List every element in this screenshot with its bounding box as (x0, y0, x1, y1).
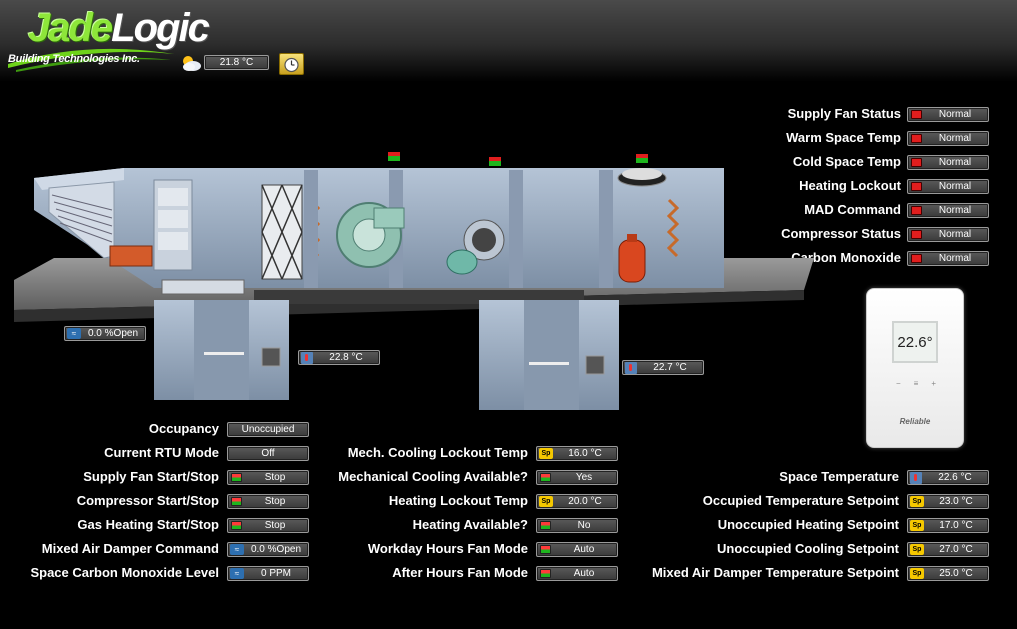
status-label: Supply Fan Status (787, 106, 901, 121)
status-indicator-icon (231, 497, 242, 506)
status-indicator-icons (388, 152, 648, 166)
lockout-point-label: Heating Available? (412, 517, 528, 532)
rtu-point-value-box[interactable]: Stop (227, 518, 309, 533)
thermostat-menu-icon: ≡ (913, 379, 919, 388)
status-value-box[interactable]: Normal (907, 251, 989, 266)
analog-value-icon: ≈ (230, 568, 244, 579)
setpoint-point-value-box[interactable]: Sp 17.0 °C (907, 518, 989, 533)
header-bar: JadeLogic Building Technologies Inc. 21.… (0, 0, 1017, 82)
status-label: MAD Command (804, 202, 901, 217)
rtu-point-value-box[interactable]: Stop (227, 470, 309, 485)
damper-position-readout: ≈ 0.0 %Open (64, 326, 146, 341)
status-indicator-icon (540, 545, 551, 554)
status-indicator-icon (540, 569, 551, 578)
rtu-point-value-box[interactable]: Stop (227, 494, 309, 509)
temperature-sensor-icon (301, 351, 313, 364)
status-value-box[interactable]: Normal (907, 131, 989, 146)
rtu-point-value-box[interactable]: Unoccupied (227, 422, 309, 437)
lockout-point-label: Heating Lockout Temp (388, 493, 528, 508)
setpoint-icon: Sp (539, 496, 553, 507)
logo-subtitle: Building Technologies Inc. (8, 53, 140, 65)
lockout-point-label: After Hours Fan Mode (392, 565, 528, 580)
status-indicator-icon (231, 521, 242, 530)
lockout-point-label: Mech. Cooling Lockout Temp (347, 445, 528, 460)
thermostat-display: 22.6° (892, 321, 938, 363)
rtu-point-label: Gas Heating Start/Stop (77, 517, 219, 532)
lockout-point-value-box[interactable]: Sp 20.0 °C (536, 494, 618, 509)
rtu-point-label: Supply Fan Start/Stop (83, 469, 219, 484)
rtu-point-value-box[interactable]: Off (227, 446, 309, 461)
setpoint-point-value-box[interactable]: 22.6 °C (907, 470, 989, 485)
setpoint-point-label: Space Temperature (779, 469, 899, 484)
setpoint-icon: Sp (910, 544, 924, 555)
rtu-point-label: Current RTU Mode (104, 445, 219, 460)
setpoint-icon: Sp (910, 520, 924, 531)
status-label: Heating Lockout (799, 178, 901, 193)
setpoint-point-value-box[interactable]: Sp 23.0 °C (907, 494, 989, 509)
analog-value-icon: ≈ (230, 544, 244, 555)
setpoint-icon: Sp (910, 496, 924, 507)
status-value-box[interactable]: Normal (907, 179, 989, 194)
alarm-indicator-icon (911, 230, 922, 239)
setpoint-point-value-box[interactable]: Sp 27.0 °C (907, 542, 989, 557)
setpoint-point-value-box[interactable]: Sp 25.0 °C (907, 566, 989, 581)
setpoint-icon: Sp (910, 568, 924, 579)
status-value-box[interactable]: Normal (907, 107, 989, 122)
temperature-sensor-icon (625, 361, 637, 374)
return-air-temp-readout: 22.8 °C (298, 350, 380, 365)
rtu-point-label: Occupancy (148, 421, 219, 436)
schedule-clock-icon[interactable] (279, 53, 304, 75)
lockout-point-value-box[interactable]: Auto (536, 542, 618, 557)
weather-partly-cloudy-icon (183, 56, 201, 71)
status-indicator-icon (540, 521, 551, 530)
thermostat-brand: Reliable (899, 417, 931, 426)
alarm-indicator-icon (911, 254, 922, 263)
status-indicator-icon (540, 473, 551, 482)
rtu-point-value-box[interactable]: ≈0.0 %Open (227, 542, 309, 557)
status-value-box[interactable]: Normal (907, 155, 989, 170)
temperature-sensor-icon (910, 471, 922, 484)
alarm-indicator-icon (911, 158, 922, 167)
alarm-indicator-icon (911, 134, 922, 143)
rtu-point-value-box[interactable]: ≈0 PPM (227, 566, 309, 581)
setpoint-point-label: Unoccupied Heating Setpoint (717, 517, 899, 532)
thermostat-image: 22.6° − ≡ + Reliable (866, 288, 964, 448)
rtu-point-label: Mixed Air Damper Command (41, 541, 219, 556)
setpoint-point-label: Occupied Temperature Setpoint (702, 493, 899, 508)
analog-value-icon: ≈ (67, 328, 81, 339)
setpoint-point-label: Unoccupied Cooling Setpoint (717, 541, 899, 556)
lockout-point-value-box[interactable]: No (536, 518, 618, 533)
lockout-point-value-box[interactable]: Sp 16.0 °C (536, 446, 618, 461)
alarm-indicator-icon (911, 182, 922, 191)
lockout-point-value-box[interactable]: Yes (536, 470, 618, 485)
setpoint-point-label: Mixed Air Damper Temperature Setpoint (651, 565, 899, 580)
company-logo: JadeLogic Building Technologies Inc. (6, 4, 210, 76)
status-value-box[interactable]: Normal (907, 227, 989, 242)
thermostat-controls: − ≡ + (896, 379, 936, 388)
status-value-box[interactable]: Normal (907, 203, 989, 218)
rooftop-unit-diagram (14, 152, 814, 410)
lockout-point-value-box[interactable]: Auto (536, 566, 618, 581)
lockout-point-label: Mechanical Cooling Available? (338, 469, 528, 484)
rtu-point-label: Compressor Start/Stop (76, 493, 219, 508)
setpoint-icon: Sp (539, 448, 553, 459)
supply-air-temp-readout: 22.7 °C (622, 360, 704, 375)
alarm-indicator-icon (911, 110, 922, 119)
logo-word-logic: Logic (111, 6, 210, 50)
logo-word-jade: Jade (28, 6, 113, 50)
thermostat-minus-icon: − (896, 379, 901, 388)
status-indicator-icon (231, 473, 242, 482)
lockout-point-label: Workday Hours Fan Mode (367, 541, 528, 556)
outdoor-temperature-readout: 21.8 °C (204, 55, 269, 70)
thermostat-plus-icon: + (931, 379, 936, 388)
alarm-indicator-icon (911, 206, 922, 215)
rtu-point-label: Space Carbon Monoxide Level (30, 565, 219, 580)
